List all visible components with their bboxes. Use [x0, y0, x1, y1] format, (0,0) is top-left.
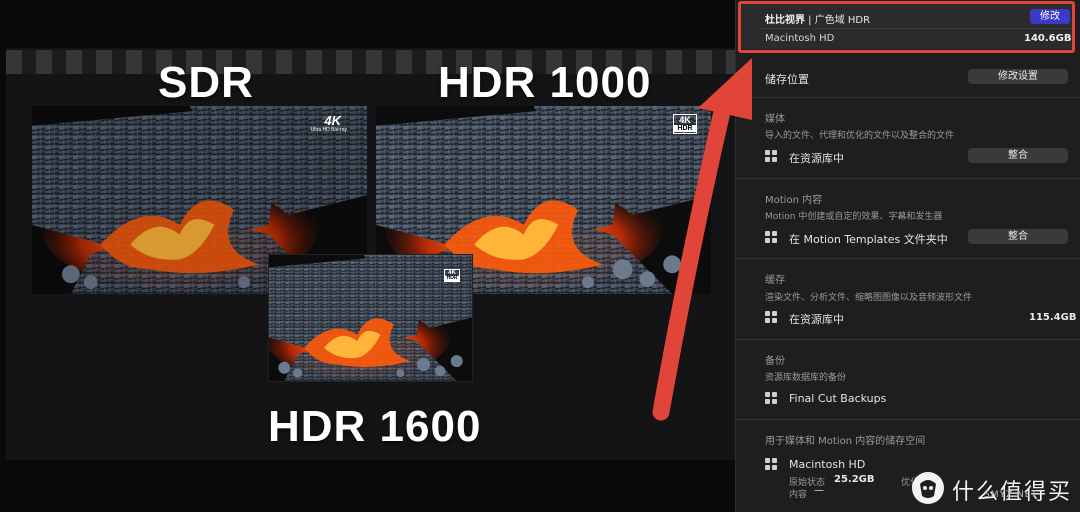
- viewer: SDR HDR 1000 4K Ultra HD Blu-ray 4K HDR …: [0, 0, 735, 512]
- cache-desc: 渲染文件、分析文件、缩略图图像以及音频波形文件: [765, 293, 973, 303]
- motion-consolidate-button[interactable]: 整合: [968, 229, 1068, 244]
- hdr1600-badge: 4K HDR: [444, 269, 460, 282]
- hdr1600-hdr-text: HDR: [445, 275, 459, 281]
- backup-title: 备份: [765, 356, 785, 367]
- cache-size: 115.4GB: [1029, 312, 1077, 323]
- original-value: 25.2GB: [834, 474, 875, 485]
- library-grid-icon: [765, 231, 778, 244]
- watermark-logo-icon: [912, 472, 944, 504]
- divider: [736, 258, 1080, 259]
- backup-desc: 资源库数据库的备份: [765, 373, 847, 383]
- media-location: 在资源库中: [789, 152, 844, 165]
- storage-location-label: 储存位置: [765, 73, 809, 86]
- settings-panel: 杜比视界 | 广色域 HDR 修改 Macintosh HD 140.6GB 储…: [735, 0, 1080, 512]
- hdr1000-4k-text: 4K: [679, 115, 691, 125]
- divider: [736, 97, 1080, 98]
- watermark-subtext: SMYZ.NET: [984, 490, 1038, 500]
- cache-location: 在资源库中: [789, 313, 844, 326]
- library-grid-icon: [765, 311, 778, 324]
- label-hdr-1000: HDR 1000: [438, 58, 652, 107]
- motion-title: Motion 内容: [765, 195, 823, 206]
- disk-grid-icon: [765, 458, 778, 471]
- divider: [736, 339, 1080, 340]
- media-desc: 导入的文件、代理和优化的文件以及整合的文件: [765, 131, 955, 141]
- space-disk: Macintosh HD: [789, 458, 866, 471]
- hdr1600-image: 4K HDR: [268, 254, 473, 382]
- hdr1000-badge: 4K HDR: [673, 114, 697, 134]
- media-title: 媒体: [765, 114, 785, 125]
- watermark: 什么值得买 SMYZ.NET: [908, 470, 1078, 506]
- modify-settings-button[interactable]: 修改设置: [968, 69, 1068, 84]
- label-hdr-1600: HDR 1600: [268, 402, 482, 451]
- media-consolidate-button[interactable]: 整合: [968, 148, 1068, 163]
- hdr1000-hdr-text: HDR: [674, 125, 696, 132]
- motion-desc: Motion 中创建或自定的效果、字幕和发生器: [765, 212, 943, 222]
- motion-location: 在 Motion Templates 文件夹中: [789, 233, 948, 246]
- divider: [736, 178, 1080, 179]
- content-value: —: [814, 485, 824, 496]
- library-grid-icon: [765, 392, 778, 405]
- cache-title: 缓存: [765, 275, 785, 286]
- highlight-frame: [738, 1, 1075, 53]
- divider: [736, 419, 1080, 420]
- content-label: 内容: [789, 490, 808, 500]
- backup-location: Final Cut Backups: [789, 392, 887, 405]
- sdr-badge-subtitle: Ultra HD Blu-ray: [310, 127, 347, 133]
- library-grid-icon: [765, 150, 778, 163]
- label-sdr: SDR: [158, 58, 254, 107]
- space-title: 用于媒体和 Motion 内容的储存空间: [765, 436, 926, 447]
- sdr-4k-badge: 4K: [324, 113, 341, 128]
